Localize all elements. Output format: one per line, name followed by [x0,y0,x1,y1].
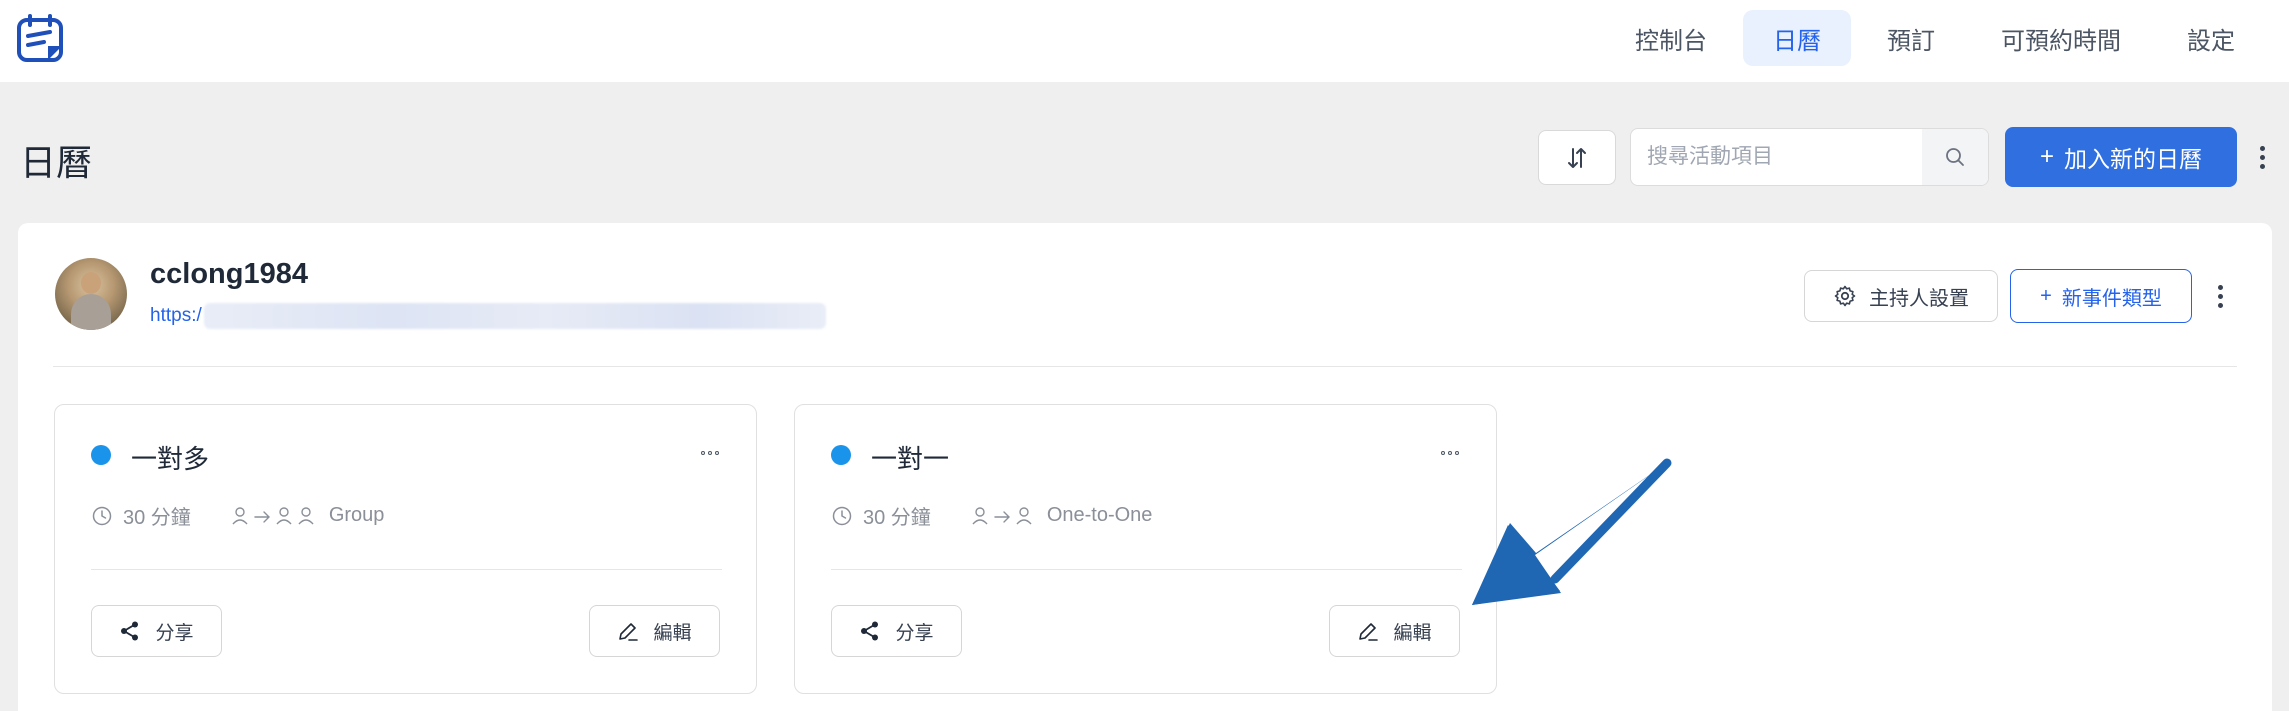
clock-icon [92,506,112,525]
search-button[interactable] [1922,129,1988,185]
more-dot-icon [2217,284,2223,290]
nav-item-settings[interactable]: 設定 [2157,10,2265,66]
plus-icon: + [2040,284,2052,307]
avatar [55,258,127,330]
share-icon [121,621,139,641]
event-duration: 30 分鐘 [863,507,931,529]
nav-item-calendar[interactable]: 日曆 [1743,10,1851,66]
event-type-label: One-to-One [1046,504,1153,526]
one-to-one-type-icon [971,505,1033,527]
more-dot-icon [2217,293,2223,299]
share-button[interactable]: 分享 [831,605,962,657]
add-calendar-label: 加入新的日曆 [2064,146,2202,172]
edit-button[interactable]: 編輯 [589,605,720,657]
event-type-label: Group [328,504,385,526]
event-meta: 30 分鐘 One-to-One [831,501,1152,530]
add-calendar-button[interactable]: + 加入新的日曆 [2005,127,2237,187]
calendar-panel: cclong1984 https:/ 主持人設置 + 新事件類型 一對多 30 … [18,223,2272,711]
new-event-type-button[interactable]: + 新事件類型 [2010,269,2192,323]
more-dot-icon [2259,154,2265,160]
card-divider [91,569,722,570]
share-button[interactable]: 分享 [91,605,222,657]
pen-icon [619,623,639,641]
more-dot-icon [2259,145,2265,151]
calendar-url-text: https:/ [150,305,202,326]
card-divider [831,569,1462,570]
calendar-logo-icon[interactable] [16,14,66,64]
sort-arrows-icon [1568,147,1586,168]
nav-item-availability[interactable]: 可預約時間 [1971,10,2151,66]
event-card[interactable]: 一對多 30 分鐘 Group 分享 編輯 [54,404,757,694]
calendar-more-menu[interactable] [2212,278,2228,314]
calendar-username: cclong1984 [150,258,308,290]
nav-item-dashboard[interactable]: 控制台 [1605,10,1737,66]
panel-divider [53,366,2237,367]
nav-item-bookings[interactable]: 預訂 [1857,10,1965,66]
host-settings-button[interactable]: 主持人設置 [1804,270,1998,322]
calendar-url[interactable]: https:/ [150,303,826,329]
page-more-menu[interactable] [2254,138,2270,176]
event-duration: 30 分鐘 [123,507,191,529]
status-dot [831,445,851,465]
share-icon [861,621,879,641]
event-title: 一對多 [131,444,210,474]
new-event-type-label: 新事件類型 [2061,287,2162,310]
share-label: 分享 [895,622,934,644]
host-settings-label: 主持人設置 [1869,287,1969,310]
group-type-icon [231,505,315,527]
more-dot-icon [2259,163,2265,169]
plus-icon: + [2039,143,2054,170]
event-title: 一對一 [871,444,950,474]
search-icon [1946,148,1964,166]
pen-icon [1359,623,1379,641]
share-label: 分享 [155,622,194,644]
search-box [1630,128,1989,186]
more-dot-icon [2217,302,2223,308]
gear-icon [1834,285,1856,307]
search-input[interactable] [1631,129,1922,185]
status-dot [91,445,111,465]
edit-label: 編輯 [1393,622,1432,644]
event-meta: 30 分鐘 Group [91,501,384,530]
edit-button[interactable]: 編輯 [1329,605,1460,657]
main-nav: 控制台 日曆 預訂 可預約時間 設定 [1599,10,2265,66]
event-more-menu[interactable] [1439,443,1460,463]
event-card[interactable]: 一對一 30 分鐘 One-to-One 分享 編輯 [794,404,1497,694]
edit-label: 編輯 [653,622,692,644]
blurred-url [203,303,826,329]
top-navbar: 控制台 日曆 預訂 可預約時間 設定 [0,0,2289,82]
event-more-menu[interactable] [699,443,720,463]
page-title: 日曆 [20,142,93,183]
sort-button[interactable] [1538,130,1616,185]
clock-icon [832,506,852,525]
